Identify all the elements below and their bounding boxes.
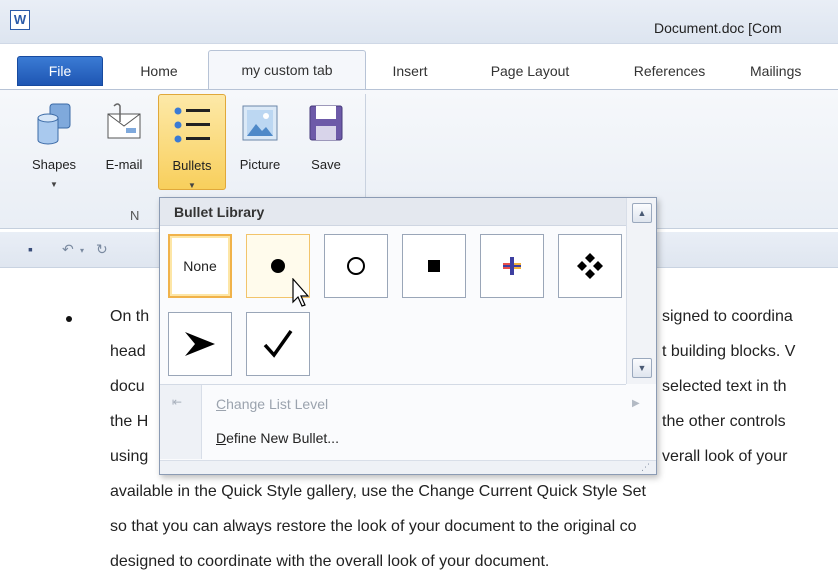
hollow-circle-bullet-icon	[347, 257, 365, 275]
tab-insert[interactable]: Insert	[375, 58, 445, 90]
email-label: E-mail	[105, 157, 143, 172]
doc-line-fragment: t building blocks. V	[662, 343, 796, 360]
four-diamond-bullet-icon	[577, 253, 603, 279]
ribbon-group-label: N	[130, 208, 140, 223]
bullet-option-hollow-circle[interactable]	[324, 234, 388, 298]
ribbon-tabs: File Home my custom tab Insert Page Layo…	[0, 50, 838, 90]
title-bar: W Document.doc [Com	[0, 0, 838, 44]
arrowhead-bullet-icon	[185, 332, 215, 356]
word-app-icon[interactable]: W	[10, 10, 30, 30]
bullet-library-dropdown: Bullet Library ▲ ▼ None ⇤ Change List Le…	[159, 197, 657, 475]
email-button[interactable]: E-mail	[92, 94, 156, 190]
doc-line: designed to coordinate with the overall …	[110, 553, 550, 570]
save-icon[interactable]: ▪	[28, 241, 33, 257]
mouse-pointer-icon	[292, 277, 312, 311]
dropdown-scrollbar[interactable]: ▲ ▼	[626, 198, 656, 384]
tab-mailings[interactable]: Mailings	[750, 58, 838, 90]
filled-circle-bullet-icon	[271, 259, 285, 273]
bullet-option-none[interactable]: None	[168, 234, 232, 298]
doc-line-fragment: verall look of your	[662, 448, 788, 465]
submenu-arrow-icon: ▶	[632, 398, 640, 409]
doc-line-fragment: signed to coordina	[662, 308, 793, 325]
bullets-icon	[170, 103, 214, 152]
bullets-button[interactable]: Bullets ▼	[158, 94, 226, 190]
bullet-option-square[interactable]	[402, 234, 466, 298]
bullet-option-arrowhead[interactable]	[168, 312, 232, 376]
dropdown-divider	[160, 384, 626, 385]
save-button[interactable]: Save	[294, 94, 358, 190]
doc-line: docu	[110, 378, 145, 395]
tab-references[interactable]: References	[612, 58, 727, 90]
doc-line-fragment: the other controls	[662, 413, 786, 430]
doc-line-fragment: selected text in th	[662, 378, 787, 395]
chevron-down-icon[interactable]: ▾	[80, 246, 84, 255]
document-title: Document.doc [Com	[654, 20, 782, 36]
change-list-level-icon: ⇤	[172, 395, 183, 409]
undo-icon[interactable]: ↶	[62, 241, 74, 258]
none-label: None	[183, 258, 217, 274]
scroll-up-icon[interactable]: ▲	[632, 203, 652, 223]
scroll-down-icon[interactable]: ▼	[632, 358, 652, 378]
picture-label: Picture	[239, 157, 281, 172]
tab-page-layout[interactable]: Page Layout	[470, 58, 590, 90]
square-bullet-icon	[428, 260, 440, 272]
save-icon	[306, 102, 346, 149]
tab-my-custom-tab[interactable]: my custom tab	[208, 50, 366, 90]
menu-icon-strip: ⇤	[160, 385, 202, 459]
picture-icon	[240, 102, 280, 149]
email-icon	[104, 102, 144, 149]
change-list-level-menu-item[interactable]: Change List Level	[216, 396, 328, 412]
chevron-down-icon: ▼	[188, 181, 196, 190]
bullet-option-cross[interactable]	[480, 234, 544, 298]
shapes-button[interactable]: Shapes ▼	[18, 94, 90, 190]
bullet-option-checkmark[interactable]	[246, 312, 310, 376]
bullet-library-title: Bullet Library	[160, 198, 626, 226]
picture-button[interactable]: Picture	[228, 94, 292, 190]
colored-cross-bullet-icon	[503, 257, 521, 275]
bullet-mark	[66, 316, 72, 322]
tab-file[interactable]: File	[17, 56, 103, 86]
redo-icon[interactable]: ↻	[96, 241, 108, 258]
resize-grip-icon: ⋰	[641, 462, 650, 472]
bullet-option-diamonds[interactable]	[558, 234, 622, 298]
doc-line: the H	[110, 413, 149, 430]
define-new-bullet-menu-item[interactable]: Define New Bullet...	[216, 430, 339, 446]
doc-line: On th	[110, 308, 150, 325]
checkmark-bullet-icon	[263, 329, 293, 358]
doc-line: head	[110, 343, 146, 360]
bullets-label: Bullets	[172, 158, 212, 173]
shapes-icon	[34, 102, 74, 149]
chevron-down-icon: ▼	[50, 180, 58, 189]
doc-line: using	[110, 448, 149, 465]
doc-line: available in the Quick Style gallery, us…	[110, 483, 646, 500]
doc-line: so that you can always restore the look …	[110, 518, 637, 535]
resize-grip[interactable]: ⋰	[160, 460, 656, 474]
shapes-label: Shapes	[31, 157, 77, 172]
tab-home[interactable]: Home	[120, 58, 198, 90]
save-label: Save	[311, 157, 341, 172]
